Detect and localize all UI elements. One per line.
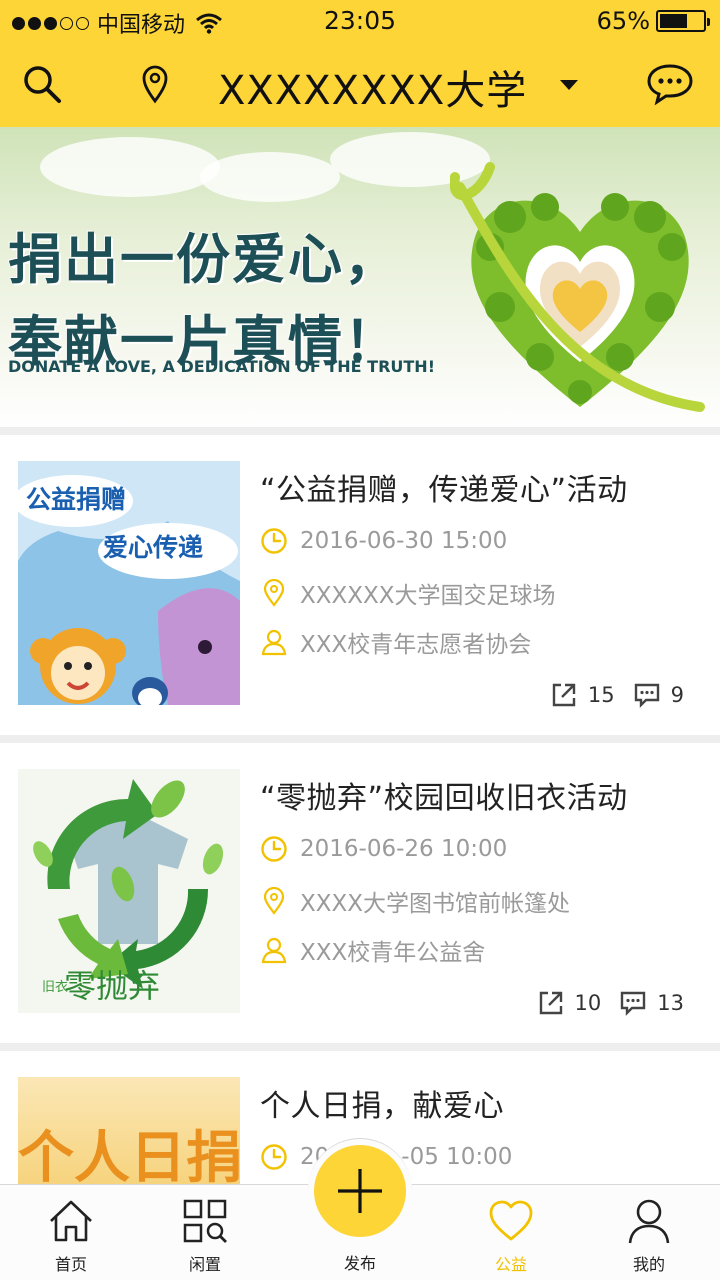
event-card[interactable]: 旧衣 零抛弃 “零抛弃”校园回收旧衣活动 2016-06-26 10:00 XX… bbox=[0, 743, 720, 1043]
tab-mine[interactable]: 我的 bbox=[594, 1185, 704, 1280]
share-icon[interactable] bbox=[550, 681, 578, 709]
event-stats: 10 13 bbox=[537, 989, 684, 1017]
event-time-row: 2016-06-30 15:00 bbox=[260, 527, 507, 555]
tab-label: 公益 bbox=[494, 1255, 527, 1274]
plus-icon bbox=[338, 1169, 382, 1213]
event-thumbnail: 个人日捐 bbox=[18, 1077, 240, 1191]
home-icon bbox=[50, 1200, 92, 1242]
event-title[interactable]: “零抛弃”校园回收旧衣活动 bbox=[260, 773, 628, 817]
search-icon[interactable] bbox=[20, 62, 64, 106]
event-title[interactable]: 个人日捐，献爱心 bbox=[260, 1081, 504, 1125]
grid-search-icon bbox=[183, 1199, 227, 1243]
event-time: 2016-06-26 10:00 bbox=[300, 836, 508, 862]
clock-icon bbox=[261, 836, 287, 862]
event-location-row: XXXXXX大学国交足球场 bbox=[260, 576, 556, 610]
tab-charity[interactable]: 公益 bbox=[456, 1185, 566, 1280]
school-selector[interactable]: XXXXXXXX大学 bbox=[218, 58, 527, 116]
tab-label: 我的 bbox=[632, 1255, 665, 1274]
event-thumbnail: 公益捐赠 爱心传递 bbox=[18, 461, 240, 705]
publish-button[interactable] bbox=[308, 1138, 412, 1242]
event-organizer-row: XXX校青年公益舍 bbox=[260, 933, 485, 967]
svg-text:公益捐赠: 公益捐赠 bbox=[26, 485, 126, 514]
banner-headline-1: 捐出一份爱心， bbox=[8, 228, 400, 291]
tab-label: 首页 bbox=[54, 1255, 87, 1274]
comment-icon[interactable] bbox=[619, 989, 647, 1017]
event-location: XXXX大学图书馆前帐篷处 bbox=[300, 891, 571, 917]
event-location-row: XXXX大学图书馆前帐篷处 bbox=[260, 884, 570, 918]
message-icon[interactable] bbox=[646, 62, 694, 106]
share-count: 10 bbox=[574, 991, 602, 1015]
event-time-row: 2016-06-26 10:00 bbox=[260, 835, 507, 863]
clock-icon bbox=[261, 528, 287, 554]
event-time-tail: -05 10:00 bbox=[401, 1144, 513, 1170]
banner-subtitle: DONATE A LOVE, A DEDICATION OF THE TRUTH… bbox=[8, 357, 435, 376]
comment-icon[interactable] bbox=[633, 681, 661, 709]
top-bar: 中国移动 23:05 65% XXXXXXXX大学 bbox=[0, 0, 720, 127]
tab-idle[interactable]: 闲置 bbox=[150, 1185, 260, 1280]
location-pin-icon[interactable] bbox=[140, 64, 170, 104]
event-card[interactable]: 公益捐赠 爱心传递 “公益捐赠，传递爱心”活动 2016-06-30 15:00… bbox=[0, 435, 720, 735]
promo-banner[interactable]: 捐出一份爱心， 奉献一片真情！ DONATE A LOVE, A DEDICAT… bbox=[0, 127, 720, 427]
person-icon bbox=[261, 629, 287, 656]
share-icon[interactable] bbox=[537, 989, 565, 1017]
comment-count: 13 bbox=[657, 991, 684, 1015]
person-icon bbox=[628, 1199, 670, 1244]
svg-text:爱心传递: 爱心传递 bbox=[103, 533, 203, 562]
event-organizer: XXX校青年志愿者协会 bbox=[300, 632, 532, 658]
comment-count: 9 bbox=[670, 683, 684, 707]
status-bar: 中国移动 23:05 65% bbox=[0, 0, 720, 44]
svg-text:零抛弃: 零抛弃 bbox=[64, 967, 160, 1005]
event-location: XXXXXX大学国交足球场 bbox=[300, 583, 556, 609]
app-header: XXXXXXXX大学 bbox=[0, 44, 720, 127]
location-pin-icon bbox=[263, 579, 285, 607]
location-pin-icon bbox=[263, 887, 285, 915]
heart-icon bbox=[489, 1200, 533, 1241]
clock-icon bbox=[261, 1144, 287, 1170]
event-organizer-row: XXX校青年志愿者协会 bbox=[260, 625, 531, 659]
event-thumbnail: 旧衣 零抛弃 bbox=[18, 769, 240, 1013]
event-title[interactable]: “公益捐赠，传递爱心”活动 bbox=[260, 465, 628, 509]
tab-label: 闲置 bbox=[188, 1255, 221, 1274]
svg-text:个人日捐: 个人日捐 bbox=[18, 1126, 240, 1191]
battery-icon bbox=[656, 10, 710, 32]
tab-label: 发布 bbox=[343, 1254, 376, 1273]
tab-home[interactable]: 首页 bbox=[16, 1185, 126, 1280]
event-time: 2016-06-30 15:00 bbox=[300, 528, 508, 554]
event-stats: 15 9 bbox=[550, 681, 684, 709]
event-organizer: XXX校青年公益舍 bbox=[300, 940, 486, 966]
battery-percent: 65% bbox=[596, 7, 650, 35]
heart-leaves-illustration bbox=[450, 162, 705, 412]
share-count: 15 bbox=[587, 683, 615, 707]
chevron-down-icon[interactable] bbox=[560, 80, 578, 90]
person-icon bbox=[261, 937, 287, 964]
